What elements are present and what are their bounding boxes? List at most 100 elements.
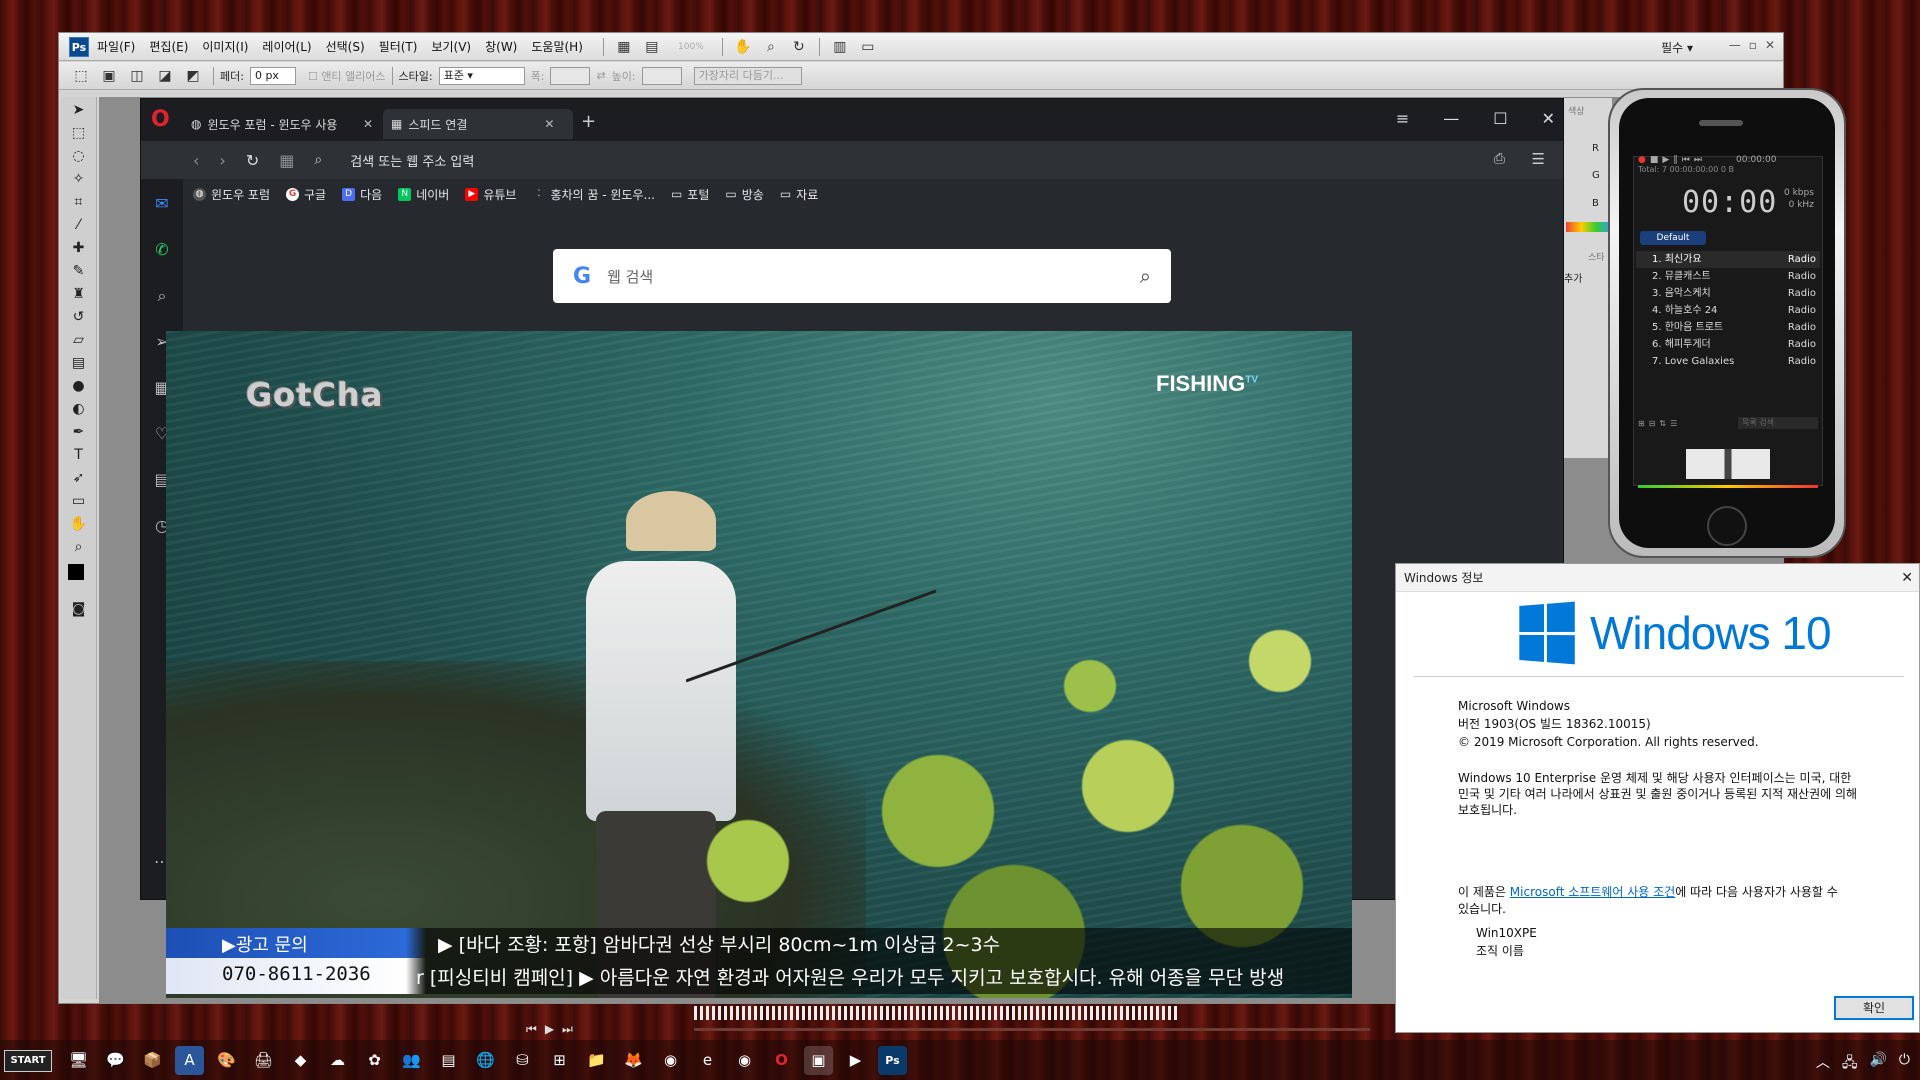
bookmark-tea-dream[interactable]: ⁚ 홍차의 꿈 - 윈도우... bbox=[532, 186, 655, 203]
record-icon[interactable]: ● bbox=[1638, 155, 1646, 165]
web-search-input[interactable]: 웹 검색 bbox=[607, 266, 1140, 287]
move-tool-icon[interactable]: ➤ bbox=[66, 100, 92, 120]
close-icon[interactable]: ✕ bbox=[1542, 109, 1555, 128]
selection-subtract-icon[interactable]: ◪ bbox=[156, 68, 174, 84]
menu-edit[interactable]: 편집(E) bbox=[149, 38, 188, 55]
tab-speed-dial[interactable]: ▦ 스피드 연결 ✕ bbox=[383, 109, 573, 139]
bookmark-youtube[interactable]: ▶ 유튜브 bbox=[465, 186, 516, 203]
archive-icon[interactable]: 📦 bbox=[138, 1046, 167, 1075]
network-icon[interactable]: ☁ bbox=[323, 1046, 352, 1075]
arrange-icon[interactable]: ▥ bbox=[831, 39, 849, 55]
brush-tool-icon[interactable]: ✎ bbox=[66, 261, 92, 281]
bookmark-naver[interactable]: N 네이버 bbox=[398, 186, 449, 203]
bookmark-folder-data[interactable]: ▭ 자료 bbox=[780, 186, 818, 203]
menu-window[interactable]: 창(W) bbox=[485, 38, 517, 55]
playlist-item[interactable]: 5. 한마음 트로트 Radio bbox=[1636, 319, 1820, 336]
next-icon[interactable]: ⏭ bbox=[562, 1022, 573, 1037]
menu-view[interactable]: 보기(V) bbox=[431, 38, 471, 55]
swap-icon[interactable]: ⇄ bbox=[596, 69, 605, 82]
playlist-search[interactable]: 목록 검색 bbox=[1738, 417, 1818, 429]
playlist-item[interactable]: 4. 하늘호수 24 Radio bbox=[1636, 302, 1820, 319]
explorer-icon[interactable]: 🖥 bbox=[64, 1046, 93, 1075]
pen-tool-icon[interactable]: ✒ bbox=[66, 422, 92, 442]
hand-tool-icon[interactable]: ✋ bbox=[66, 514, 92, 534]
bookmark-folder-portal[interactable]: ▭ 포털 bbox=[671, 186, 709, 203]
playlist-tab-default[interactable]: Default bbox=[1640, 231, 1706, 245]
minimize-icon[interactable]: — bbox=[1729, 38, 1741, 52]
chrome2-icon[interactable]: ◉ bbox=[730, 1046, 759, 1075]
bridge-icon[interactable]: ▦ bbox=[615, 39, 633, 55]
seek-bar[interactable] bbox=[694, 1028, 1370, 1031]
bookmark-daum[interactable]: D 다음 bbox=[342, 186, 382, 203]
type-tool-icon[interactable]: T bbox=[66, 445, 92, 465]
magic-wand-tool-icon[interactable]: ✧ bbox=[66, 169, 92, 189]
panel-tab-style[interactable]: 스타 bbox=[1588, 250, 1605, 263]
panel-tab-swatch[interactable]: 색상 bbox=[1568, 104, 1585, 117]
address-input[interactable]: 검색 또는 웹 주소 입력 bbox=[350, 151, 474, 170]
width-input[interactable] bbox=[550, 66, 591, 85]
windows-icon[interactable]: ⊞ bbox=[545, 1046, 574, 1075]
zoom-tool-icon[interactable]: ⌕ bbox=[66, 537, 92, 557]
license-terms-link[interactable]: Microsoft 소프트웨어 사용 조건 bbox=[1510, 885, 1675, 899]
search-icon[interactable]: ⌕ bbox=[141, 273, 183, 319]
globe-icon[interactable]: 🌐 bbox=[471, 1046, 500, 1075]
crop-tool-icon[interactable]: ⌗ bbox=[66, 192, 92, 212]
menu-layer[interactable]: 레이어(L) bbox=[262, 38, 311, 55]
maximize-icon[interactable]: ☐ bbox=[1493, 109, 1507, 128]
rotate-icon[interactable]: ↻ bbox=[790, 39, 808, 55]
volume-bar[interactable] bbox=[1638, 485, 1818, 488]
opera-icon[interactable]: O bbox=[767, 1046, 796, 1075]
marquee-tool-icon[interactable]: ⬚ bbox=[66, 123, 92, 143]
maximize-icon[interactable]: ▫ bbox=[1749, 38, 1757, 52]
edge-icon[interactable]: e bbox=[693, 1046, 722, 1075]
bookmark-windows-forum[interactable]: ◍ 윈도우 포럼 bbox=[193, 186, 270, 203]
selection-add-icon[interactable]: ◫ bbox=[128, 68, 146, 84]
chevron-up-icon[interactable]: ︿ bbox=[1816, 1052, 1830, 1076]
opera-logo-icon[interactable]: O bbox=[151, 109, 173, 131]
menu-filter[interactable]: 필터(T) bbox=[379, 38, 418, 55]
network-icon[interactable]: 🖧 bbox=[1842, 1052, 1858, 1076]
new-tab-icon[interactable]: + bbox=[581, 111, 596, 132]
list-icon[interactable]: ☰ bbox=[1670, 419, 1677, 428]
snapshot-icon[interactable]: ⎙ bbox=[1494, 151, 1505, 167]
shape-tool-icon[interactable]: ▭ bbox=[66, 491, 92, 511]
playlist-item[interactable]: 6. 해피투게더 Radio bbox=[1636, 336, 1820, 353]
foreground-color[interactable] bbox=[67, 564, 84, 580]
style-select[interactable]: 표준 ▾ bbox=[438, 66, 525, 85]
stop-icon[interactable]: ■ bbox=[1650, 155, 1659, 165]
back-icon[interactable]: ‹ bbox=[193, 151, 199, 170]
playlist-item[interactable]: 1. 최신가요 Radio bbox=[1636, 251, 1820, 268]
sort-icon[interactable]: ⇅ bbox=[1659, 419, 1666, 428]
menu-image[interactable]: 이미지(I) bbox=[202, 38, 248, 55]
close-icon[interactable]: ✕ bbox=[1901, 570, 1913, 586]
eraser-tool-icon[interactable]: ▱ bbox=[66, 330, 92, 350]
power-icon[interactable]: ⏻ bbox=[1899, 1052, 1910, 1076]
blur-tool-icon[interactable]: ● bbox=[66, 376, 92, 396]
antialias-checkbox[interactable]: ☐ 앤티 앨리어스 bbox=[308, 68, 386, 84]
play-icon[interactable]: ▶ bbox=[545, 1022, 554, 1037]
folder-icon[interactable]: 📁 bbox=[582, 1046, 611, 1075]
previous-icon[interactable]: ⏮ bbox=[526, 1022, 537, 1037]
copy-icon[interactable]: ▤ bbox=[434, 1046, 463, 1075]
player-icon[interactable]: ▶ bbox=[841, 1046, 870, 1075]
zoom-level[interactable]: 100% bbox=[671, 39, 711, 55]
pause-icon[interactable]: ‖ bbox=[1673, 155, 1678, 165]
tab-windows-forum[interactable]: ◍ 윈도우 포럼 - 윈도우 사용 ✕ bbox=[183, 109, 381, 139]
users-icon[interactable]: 👥 bbox=[397, 1046, 426, 1075]
video-player[interactable]: GotCha FISHINGTV ▶광고 문의 070-8611-2036 ▶ … bbox=[166, 331, 1352, 998]
puzzle-icon[interactable]: ✿ bbox=[360, 1046, 389, 1075]
disk-icon[interactable]: ⛁ bbox=[508, 1046, 537, 1075]
marquee-icon[interactable]: ⬚ bbox=[72, 68, 90, 84]
easy-setup-icon[interactable]: ☰ bbox=[1532, 150, 1545, 168]
close-tab-icon[interactable]: ✕ bbox=[544, 117, 554, 131]
playlist-item[interactable]: 2. 뮤클캐스트 Radio bbox=[1636, 268, 1820, 285]
eyedropper-tool-icon[interactable]: ⁄ bbox=[66, 215, 92, 235]
firefox-icon[interactable]: 🦊 bbox=[619, 1046, 648, 1075]
screen-icon[interactable]: ▤ bbox=[643, 39, 661, 55]
height-input[interactable] bbox=[641, 66, 682, 85]
dodge-tool-icon[interactable]: ◐ bbox=[66, 399, 92, 419]
refine-edge-button[interactable]: 가장자리 다듬기... bbox=[693, 66, 802, 85]
volume-icon[interactable]: 🔊 bbox=[1869, 1052, 1886, 1076]
tab-menu-icon[interactable]: ≡ bbox=[1396, 109, 1409, 128]
menu-select[interactable]: 선택(S) bbox=[326, 38, 365, 55]
